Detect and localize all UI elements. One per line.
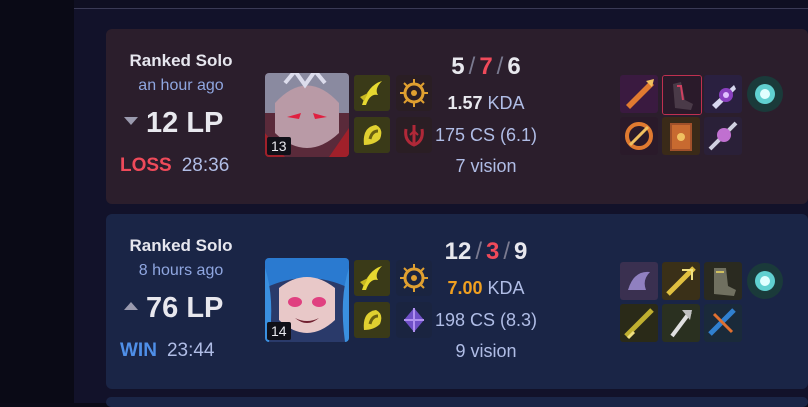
vision-score: 9 vision (455, 341, 517, 361)
item-3-icon[interactable] (704, 75, 742, 113)
ghost-spell-icon[interactable] (354, 75, 390, 111)
cleanse-spell-icon[interactable] (354, 117, 390, 153)
champion-level: 14 (267, 322, 291, 340)
lp-value: 12 LP (146, 107, 224, 139)
kda-score: 5/7/6 (451, 53, 521, 80)
item-7-icon[interactable] (704, 117, 742, 155)
kda-score: 12/3/9 (444, 238, 528, 265)
lp-value: 76 LP (146, 292, 224, 324)
item-5-icon[interactable] (620, 117, 658, 155)
kills: 5 (451, 53, 465, 80)
item-2-icon[interactable] (662, 75, 702, 115)
queue-name: Ranked Solo (129, 51, 233, 70)
item-4-icon[interactable] (746, 75, 784, 113)
item-2-icon[interactable] (662, 262, 700, 300)
time-ago: an hour ago (138, 77, 224, 94)
kda-ratio: 1.57 KDA (406, 93, 566, 114)
creep-score: 198 CS (8.3) (434, 310, 538, 330)
lp-down-arrow-icon (124, 117, 138, 126)
lp-up-arrow-icon (124, 302, 138, 311)
kda-label: KDA (487, 93, 525, 113)
creep-score: 175 CS (6.1) (434, 125, 538, 145)
item-5-icon[interactable] (620, 304, 658, 342)
deaths: 3 (485, 238, 500, 265)
result-label: LOSS (120, 155, 172, 176)
match-history-page: Ranked Solo an hour ago 12 LP LOSS 28:36 … (0, 0, 808, 407)
lp-change: 12 LP (124, 107, 256, 140)
next-match-card[interactable] (106, 397, 808, 407)
time-ago: 8 hours ago (138, 262, 224, 279)
assists: 6 (507, 53, 521, 80)
champion-portrait-icon[interactable]: 13 (265, 73, 349, 157)
kda-label: KDA (487, 278, 525, 298)
match-result: LOSS 28:36 (120, 155, 229, 177)
kda-ratio: 7.00 KDA (406, 278, 566, 299)
item-4-icon[interactable] (746, 262, 784, 300)
lp-change: 76 LP (124, 292, 256, 325)
match-card-loss[interactable]: Ranked Solo an hour ago 12 LP LOSS 28:36 … (106, 29, 808, 204)
deaths: 7 (479, 53, 493, 80)
item-6-icon[interactable] (662, 304, 700, 342)
assists: 9 (514, 238, 528, 265)
champion-portrait-icon[interactable]: 14 (265, 258, 349, 342)
queue-name: Ranked Solo (129, 236, 233, 255)
item-3-icon[interactable] (704, 262, 742, 300)
match-card-win[interactable]: Ranked Solo 8 hours ago 76 LP WIN 23:44 1… (106, 214, 808, 389)
kills: 12 (444, 238, 472, 265)
match-duration: 23:44 (166, 340, 215, 361)
item-1-icon[interactable] (620, 262, 658, 300)
left-gutter (0, 0, 74, 403)
item-6-icon[interactable] (662, 117, 700, 155)
kda-value: 1.57 (447, 93, 483, 113)
item-7-icon[interactable] (704, 304, 742, 342)
cleanse-spell-icon[interactable] (354, 302, 390, 338)
vision-score: 7 vision (455, 156, 517, 176)
champion-level: 13 (267, 137, 291, 155)
match-result: WIN 23:44 (120, 340, 214, 362)
ghost-spell-icon[interactable] (354, 260, 390, 296)
match-duration: 28:36 (181, 155, 230, 176)
top-bar (74, 0, 808, 9)
result-label: WIN (120, 340, 157, 361)
kda-value: 7.00 (447, 278, 483, 298)
item-1-icon[interactable] (620, 75, 658, 113)
